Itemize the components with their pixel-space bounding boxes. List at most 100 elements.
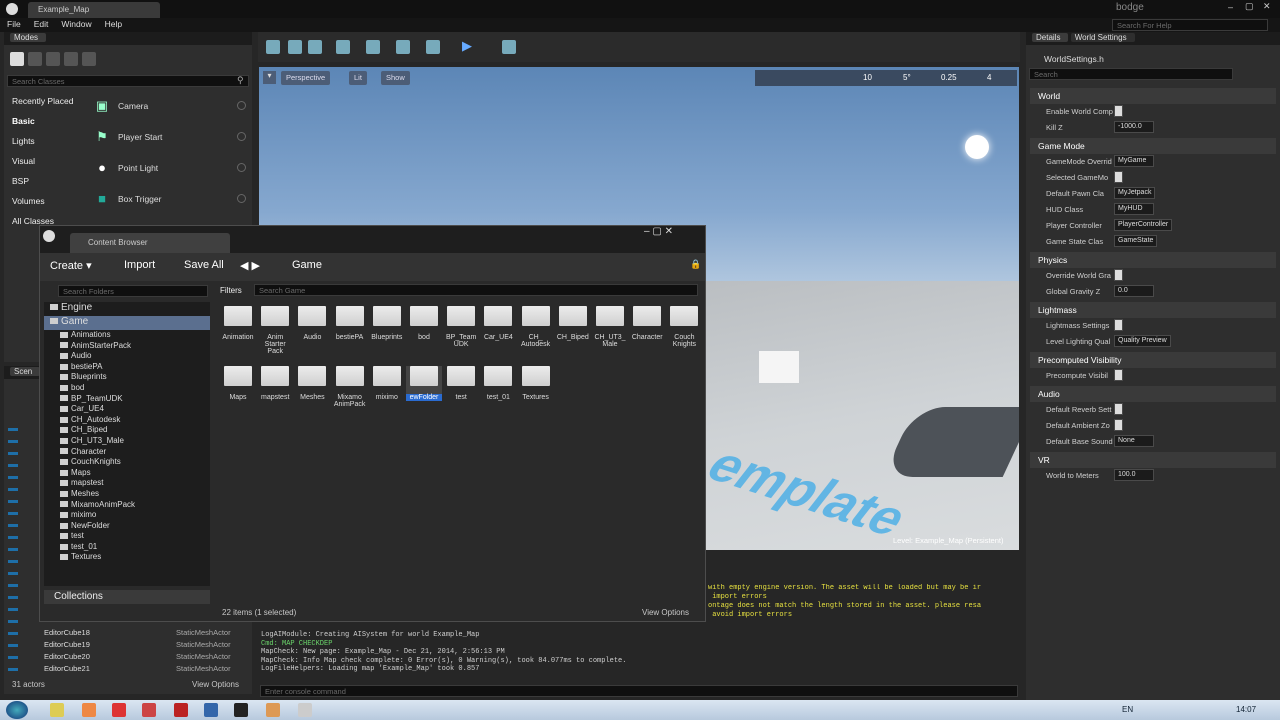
settings-icon[interactable] — [336, 40, 350, 54]
start-button[interactable] — [6, 701, 28, 719]
tree-item[interactable]: NewFolder — [44, 521, 210, 532]
close-icon[interactable]: ✕ — [1263, 1, 1273, 11]
save-all-button[interactable]: Save All — [180, 259, 228, 275]
asset-folder[interactable]: Couch Knights — [666, 306, 702, 348]
property-value[interactable] — [1114, 171, 1123, 183]
category-visual[interactable]: Visual — [4, 156, 82, 176]
place-mode-icon[interactable] — [10, 52, 24, 66]
property-value[interactable] — [1114, 269, 1123, 281]
details-section-1[interactable]: Game Mode — [1030, 138, 1276, 154]
property-value[interactable]: MyHUD — [1114, 203, 1154, 215]
details-section-5[interactable]: Audio — [1030, 386, 1276, 402]
app-icon[interactable] — [142, 703, 156, 717]
window-controls[interactable]: – ▢ ✕ — [644, 226, 673, 237]
tab-world-settings[interactable]: World Settings — [1070, 33, 1135, 42]
help-icon[interactable] — [237, 194, 246, 203]
asset-folder[interactable]: Audio — [294, 306, 330, 341]
details-section-0[interactable]: World — [1030, 88, 1276, 104]
mode-item-box-trigger[interactable]: ■ Box Trigger — [92, 189, 252, 215]
property-value[interactable]: -1000.0 — [1114, 121, 1154, 133]
property-value[interactable] — [1114, 369, 1123, 381]
asset-folder[interactable]: bod — [406, 306, 442, 341]
tree-item[interactable]: Character — [44, 447, 210, 458]
perspective-button[interactable]: Perspective — [281, 71, 331, 85]
cube-actor[interactable] — [759, 351, 799, 383]
menu-file[interactable]: File — [0, 18, 27, 29]
details-section-6[interactable]: VR — [1030, 452, 1276, 468]
asset-folder[interactable]: test_01 — [480, 366, 516, 401]
back-icon[interactable]: ◀ ▶ — [236, 259, 264, 275]
details-section-3[interactable]: Lightmass — [1030, 302, 1276, 318]
tab-details[interactable]: Details — [1032, 33, 1069, 42]
property-value[interactable]: PlayerController — [1114, 219, 1173, 231]
console-input[interactable]: Enter console command — [260, 685, 1018, 697]
save-icon[interactable] — [266, 40, 280, 54]
modes-tab[interactable]: Modes — [4, 32, 252, 45]
collections-header[interactable]: Collections — [44, 590, 210, 604]
asset-folder[interactable]: Character — [629, 306, 665, 341]
foliage-mode-icon[interactable] — [64, 52, 78, 66]
property-value[interactable] — [1114, 319, 1123, 331]
app-icon[interactable] — [266, 703, 280, 717]
import-button[interactable]: Import — [120, 259, 159, 275]
tree-item[interactable]: BP_TeamUDK — [44, 394, 210, 405]
blueprints-icon[interactable] — [366, 40, 380, 54]
tree-item[interactable]: Maps — [44, 468, 210, 479]
tree-item[interactable]: Textures — [44, 552, 210, 563]
minimize-button[interactable]: – — [1228, 2, 1238, 12]
mode-item-camera[interactable]: ▣ Camera — [92, 96, 252, 122]
menu-window[interactable]: Window — [54, 18, 97, 29]
category-bsp[interactable]: BSP — [4, 176, 82, 196]
property-value[interactable] — [1114, 403, 1123, 415]
menu-edit[interactable]: Edit — [27, 18, 55, 29]
paint-mode-icon[interactable] — [28, 52, 42, 66]
asset-folder[interactable]: Mixamo AnimPack — [332, 366, 368, 408]
asset-folder[interactable]: Maps — [220, 366, 256, 401]
build-icon[interactable] — [426, 40, 440, 54]
property-value[interactable]: Quality Preview — [1114, 335, 1171, 347]
unreal-taskbar-icon[interactable] — [234, 703, 248, 717]
asset-folder[interactable]: CH_UT3_ Male — [592, 306, 628, 348]
chrome-icon[interactable] — [112, 703, 126, 717]
class-search-input[interactable]: Search Classes — [7, 75, 249, 87]
asset-folder[interactable]: miximo — [369, 366, 405, 401]
grid-snap-value[interactable]: 10 — [863, 73, 872, 82]
property-value[interactable] — [1114, 419, 1123, 431]
tree-item[interactable]: miximo — [44, 510, 210, 521]
content-browser-tab[interactable]: Content Browser — [70, 233, 230, 253]
property-value[interactable]: MyGame — [1114, 155, 1154, 167]
tree-item[interactable]: CouchKnights — [44, 457, 210, 468]
scale-snap-value[interactable]: 0.25 — [941, 73, 957, 82]
cb-view-options[interactable]: View Options — [642, 608, 689, 617]
app-icon[interactable] — [174, 703, 188, 717]
maximize-button[interactable]: ▢ — [1245, 1, 1255, 11]
tree-item[interactable]: test — [44, 531, 210, 542]
category-recently-placed[interactable]: Recently Placed — [4, 96, 82, 116]
asset-folder[interactable]: test — [443, 366, 479, 401]
clock[interactable]: 14:07 — [1236, 705, 1256, 714]
help-search-input[interactable]: Search For Help — [1112, 19, 1268, 31]
table-row[interactable]: EditorCube21 StaticMeshActor — [34, 664, 248, 676]
asset-folder[interactable]: Anim Starter Pack — [257, 306, 293, 355]
tree-item[interactable]: bod — [44, 383, 210, 394]
help-icon[interactable] — [237, 132, 246, 141]
marketplace-icon[interactable] — [308, 40, 322, 54]
tree-item[interactable]: CH_Autodesk — [44, 415, 210, 426]
tree-item[interactable]: Audio — [44, 351, 210, 362]
tree-item[interactable]: mapstest — [44, 478, 210, 489]
asset-folder[interactable]: ewFolder — [406, 366, 442, 401]
asset-folder[interactable]: Meshes — [294, 366, 330, 401]
table-row[interactable]: EditorCube20 StaticMeshActor — [34, 652, 248, 664]
tree-root-engine[interactable]: Engine — [44, 302, 210, 316]
matinee-icon[interactable] — [396, 40, 410, 54]
property-value[interactable]: MyJetpack — [1114, 187, 1156, 199]
rotation-snap-value[interactable]: 5° — [903, 73, 911, 82]
geometry-mode-icon[interactable] — [82, 52, 96, 66]
lock-icon[interactable]: 🔒 — [686, 259, 705, 275]
details-section-2[interactable]: Physics — [1030, 252, 1276, 268]
tree-item[interactable]: Animations — [44, 330, 210, 341]
tree-item[interactable]: AnimStarterPack — [44, 341, 210, 352]
folder-search-input[interactable]: Search Folders — [58, 285, 208, 297]
language-indicator[interactable]: EN — [1122, 705, 1133, 714]
property-value[interactable]: 0.0 — [1114, 285, 1154, 297]
